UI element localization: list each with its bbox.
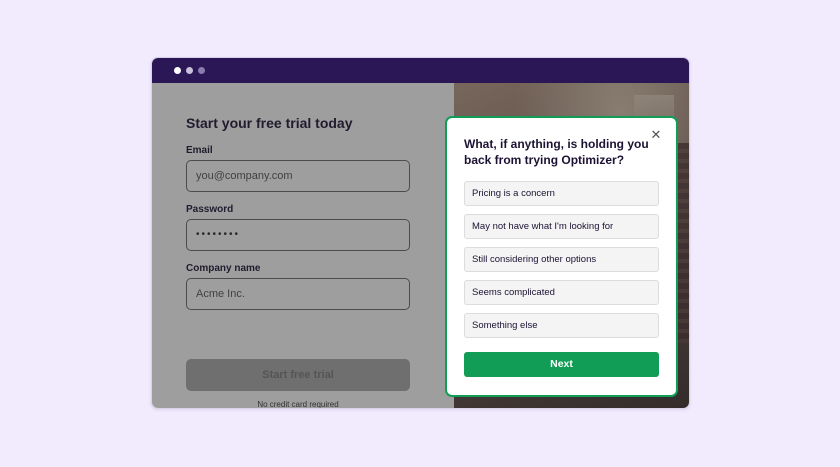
survey-option[interactable]: May not have what I'm looking for — [464, 214, 659, 239]
window-dot-icon — [174, 67, 181, 74]
next-button[interactable]: Next — [464, 352, 659, 377]
survey-modal: What, if anything, is holding you back f… — [445, 116, 678, 397]
survey-option[interactable]: Seems complicated — [464, 280, 659, 305]
survey-option[interactable]: Something else — [464, 313, 659, 338]
close-icon[interactable]: ✕ — [650, 128, 662, 141]
window-dot-icon — [198, 67, 205, 74]
window-titlebar — [152, 58, 689, 83]
page-background: Start your free trial today Email you@co… — [0, 0, 840, 467]
survey-option[interactable]: Pricing is a concern — [464, 181, 659, 206]
survey-question: What, if anything, is holding you back f… — [464, 137, 649, 167]
survey-option[interactable]: Still considering other options — [464, 247, 659, 272]
window-dot-icon — [186, 67, 193, 74]
